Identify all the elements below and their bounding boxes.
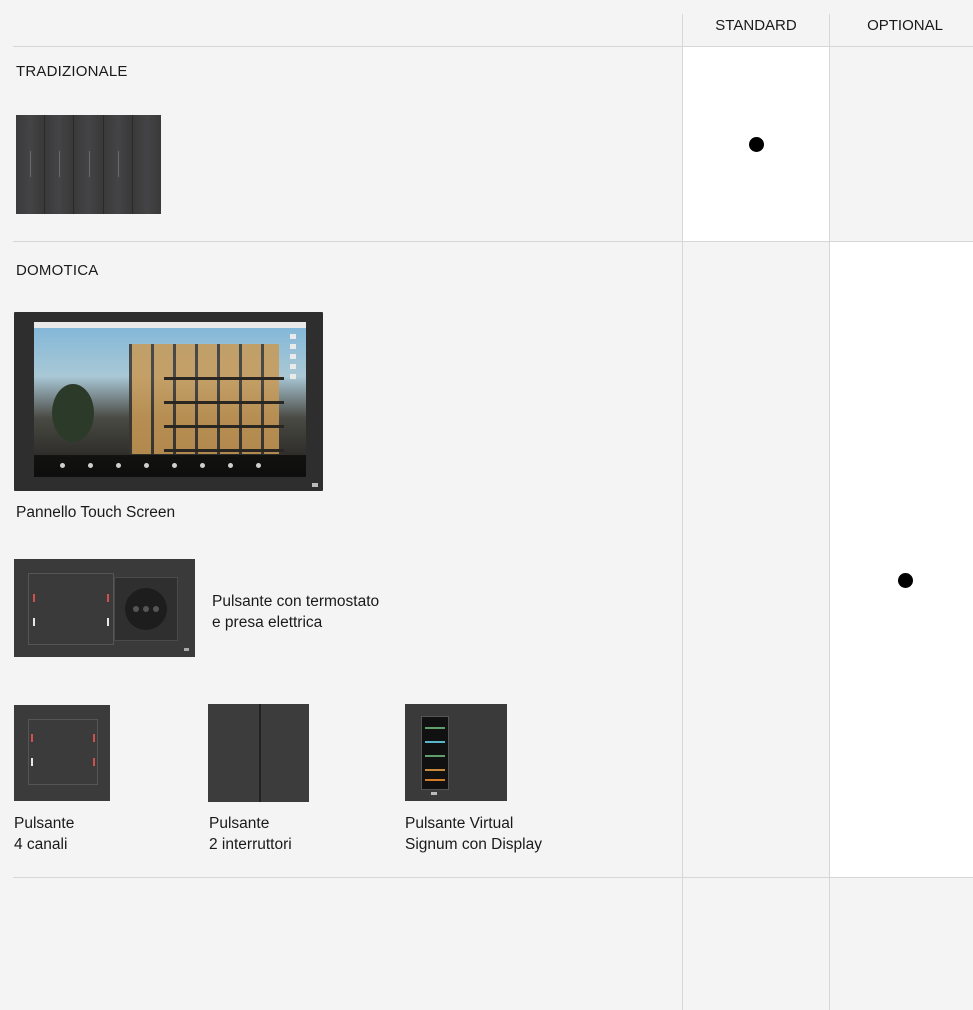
row-divider-2 <box>13 877 973 878</box>
thermostat-socket-image <box>14 559 195 657</box>
column-header-optional: OPTIONAL <box>867 17 943 34</box>
switch-plate-image <box>16 115 162 214</box>
section-title-tradizionale: TRADIZIONALE <box>16 63 128 80</box>
button-4-channel-label: Pulsante 4 canali <box>14 815 75 853</box>
button-4-channel-image <box>14 705 110 801</box>
optional-cell-domotica <box>830 242 973 877</box>
virtual-display-button-image <box>405 704 507 801</box>
row-divider-1 <box>13 241 973 242</box>
column-divider-optional <box>829 14 830 1010</box>
virtual-display-button-label: Pulsante Virtual Signum con Display <box>405 815 542 853</box>
header-divider <box>13 46 973 47</box>
button-2-switch-image <box>208 704 309 802</box>
comparison-table: STANDARD OPTIONAL TRADIZIONALE DOMOTICA … <box>0 0 973 1010</box>
button-2-switch-label: Pulsante 2 interruttori <box>209 815 292 853</box>
section-title-domotica: DOMOTICA <box>16 262 99 279</box>
column-header-standard: STANDARD <box>715 17 797 34</box>
column-divider-standard <box>682 14 683 1010</box>
thermostat-label: Pulsante con termostato e presa elettric… <box>212 593 380 631</box>
optional-marker-icon <box>898 573 913 588</box>
touch-screen-panel-image <box>14 312 323 491</box>
touch-screen-label: Pannello Touch Screen <box>16 504 176 521</box>
standard-marker-icon <box>749 137 764 152</box>
